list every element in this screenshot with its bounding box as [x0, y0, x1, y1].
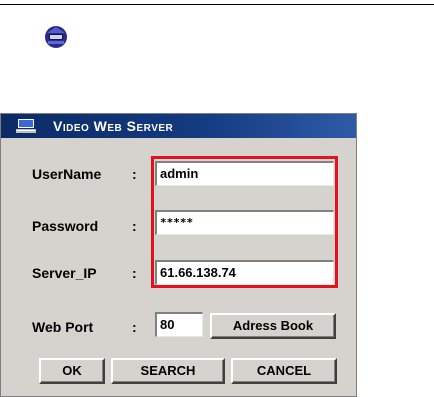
password-colon: :	[132, 218, 137, 234]
monitor-icon	[16, 119, 36, 133]
ok-button[interactable]: OK	[39, 358, 105, 384]
web-port-colon: :	[132, 319, 137, 335]
web-port-label: Web Port	[32, 319, 94, 335]
cancel-button[interactable]: CANCEL	[231, 358, 337, 384]
video-web-server-dialog: Video Web Server UserName : admin Passwo…	[0, 113, 357, 397]
server-ip-label: Server_IP	[32, 265, 97, 281]
dialog-titlebar[interactable]: Video Web Server	[1, 114, 356, 138]
web-port-input[interactable]: 80	[155, 312, 203, 337]
video-server-icon	[45, 26, 67, 48]
top-divider	[0, 4, 434, 5]
password-label: Password	[32, 218, 99, 234]
username-input[interactable]: admin	[155, 161, 334, 186]
dialog-title: Video Web Server	[53, 118, 174, 134]
username-colon: :	[132, 166, 137, 182]
username-label: UserName	[32, 166, 102, 182]
address-book-button[interactable]: Adress Book	[210, 313, 336, 339]
password-input[interactable]: *****	[155, 210, 334, 235]
server-ip-colon: :	[132, 265, 137, 281]
server-ip-input[interactable]: 61.66.138.74	[155, 260, 334, 285]
search-button[interactable]: SEARCH	[111, 358, 225, 384]
